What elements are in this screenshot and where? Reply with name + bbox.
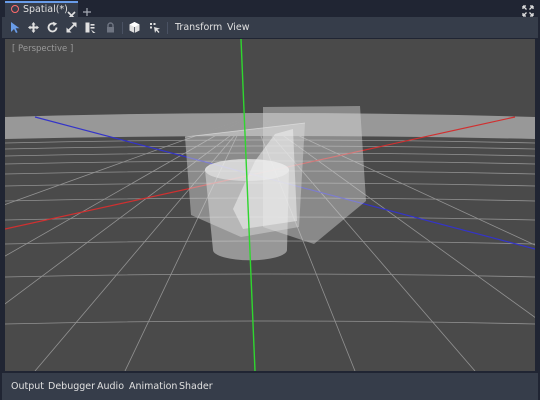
lock-icon[interactable] <box>104 21 117 34</box>
scene-tab-bar: Spatial(*) <box>0 0 540 20</box>
bottom-tab-audio[interactable]: Audio <box>97 380 124 393</box>
plus-icon[interactable] <box>82 2 92 16</box>
transform-menu-button[interactable]: Transform <box>175 20 222 35</box>
view-menu-button[interactable]: View <box>227 20 250 35</box>
expand-icon[interactable] <box>522 2 534 17</box>
toolbar-separator <box>167 22 168 34</box>
bottom-tab-debugger[interactable]: Debugger <box>48 380 95 393</box>
bottom-tab-output[interactable]: Output <box>11 380 44 393</box>
move-tool-icon[interactable] <box>27 21 40 34</box>
bottom-tab-animation[interactable]: Animation <box>129 380 177 393</box>
bottom-panel-bar: Output Debugger Audio Animation Shader <box>2 373 538 400</box>
snap-icon[interactable] <box>148 21 161 34</box>
viewport-toolbar: Transform View <box>2 17 538 38</box>
scale-tool-icon[interactable] <box>65 21 78 34</box>
bottom-tab-shader[interactable]: Shader <box>179 380 213 393</box>
list-select-icon[interactable] <box>84 21 97 34</box>
local-space-icon[interactable] <box>128 21 141 34</box>
viewport-container: [ Perspective ] <box>2 38 538 372</box>
select-tool-icon[interactable] <box>9 21 22 34</box>
spatial-node-icon <box>11 5 19 13</box>
scene-tab-label: Spatial(*) <box>23 4 68 15</box>
godot-editor-3d-panel: Spatial(*) Transform View [Perspective … <box>0 0 540 400</box>
toolbar-separator <box>122 22 123 34</box>
3d-scene <box>5 39 535 371</box>
viewport-perspective-label[interactable]: [ Perspective ] <box>12 43 73 55</box>
rotate-tool-icon[interactable] <box>46 21 59 34</box>
scene-tab-spatial[interactable]: Spatial(*) <box>5 1 78 20</box>
3d-viewport[interactable]: [ Perspective ] <box>5 39 535 371</box>
close-icon[interactable] <box>67 5 76 20</box>
